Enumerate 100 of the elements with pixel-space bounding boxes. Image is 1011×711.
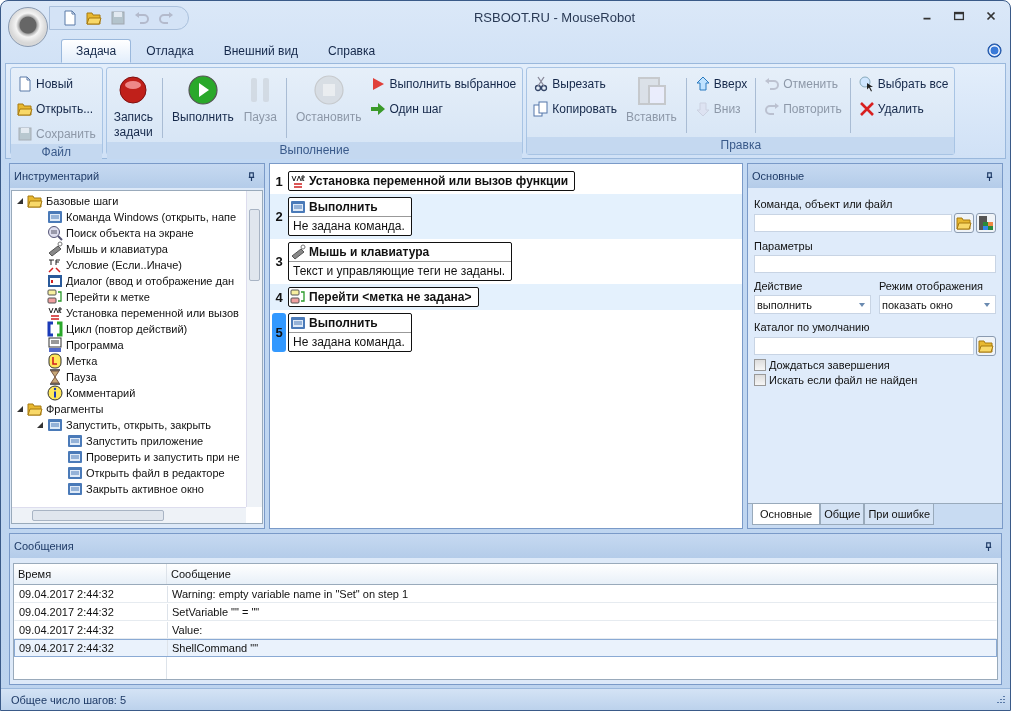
tree-item[interactable]: Условие (Если..Иначе) <box>66 259 182 271</box>
tree-item[interactable]: Пауза <box>66 371 97 383</box>
ribbon-button[interactable]: Выполнить <box>169 72 237 142</box>
ribbon-tab[interactable]: Отладка <box>131 39 209 63</box>
mouse-icon <box>47 241 63 257</box>
redo-icon <box>764 101 781 117</box>
maximize-icon[interactable] <box>952 9 966 23</box>
ribbon-button[interactable]: Вырезать <box>531 74 619 94</box>
vertical-scrollbar[interactable] <box>246 191 262 507</box>
tree-item[interactable]: Команда Windows (открыть, напе <box>66 211 237 223</box>
ribbon-tab[interactable]: Задача <box>61 39 132 63</box>
tree-item[interactable]: Мышь и клавиатура <box>66 243 168 255</box>
field-label: Действие <box>754 280 804 292</box>
tree-item[interactable]: Базовые шаги <box>46 195 119 207</box>
message-row[interactable]: 09.04.2017 2:44:32 ShellCommand "" <box>14 639 997 657</box>
step-number[interactable]: 5 <box>272 313 286 352</box>
window-icon <box>67 465 83 481</box>
step-detail: Не задана команда. <box>289 216 411 235</box>
expander-icon[interactable] <box>16 197 24 205</box>
group-label: Правка <box>527 137 955 154</box>
tree-item[interactable]: Запустить приложение <box>86 435 204 447</box>
tree-item[interactable]: Цикл (повтор действий) <box>66 323 188 335</box>
magnifier-icon <box>47 225 63 241</box>
column-header[interactable]: Время <box>14 564 167 584</box>
tree-item[interactable]: Закрыть активное окно <box>86 483 204 495</box>
ribbon-button[interactable]: Открыть... <box>15 99 98 119</box>
ribbon-button[interactable]: Удалить <box>856 99 951 119</box>
ribbon-button[interactable]: Новый <box>15 74 98 94</box>
expander-icon[interactable] <box>16 405 24 413</box>
action-dropdown[interactable]: выполнить <box>754 295 871 314</box>
arrow-icon <box>370 101 387 117</box>
horizontal-scrollbar[interactable] <box>12 507 246 523</box>
step-block[interactable]: Выполнить Не задана команда. <box>288 313 412 352</box>
tree-item[interactable]: Перейти к метке <box>66 291 150 303</box>
variable-icon <box>47 305 63 321</box>
step-detail: Текст и управляющие теги не заданы. <box>289 261 512 280</box>
computer-icon <box>978 215 994 231</box>
tree-item[interactable]: Поиск объекта на экране <box>66 227 194 239</box>
field-label: Каталог по умолчанию <box>754 321 871 333</box>
message-row[interactable]: 09.04.2017 2:44:32 Warning: empty variable name in "Set" on step 1 <box>14 585 997 603</box>
window-title: RSBOOT.RU - MouseRobot <box>472 9 637 25</box>
step-block[interactable]: Установка переменной или вызов функции <box>288 171 576 191</box>
table-cell-text: SetVariable "" = "" <box>171 605 261 620</box>
group-label: Файл <box>11 144 102 161</box>
step-number[interactable]: 2 <box>272 197 286 236</box>
table-cell-text: ShellCommand "" <box>171 641 260 656</box>
browse-button[interactable] <box>954 213 974 233</box>
up-arrow-icon <box>694 76 711 92</box>
step-block[interactable]: Мышь и клавиатура Текст и управляющие теги не заданы. <box>288 242 513 281</box>
window-icon <box>47 209 63 225</box>
pin-icon[interactable] <box>985 171 994 181</box>
tree-item[interactable]: Запустить, открыть, закрыть <box>66 419 212 431</box>
window-icon <box>67 449 83 465</box>
ribbon-tab[interactable]: Внешний вид <box>208 39 314 63</box>
panel-tab[interactable]: Основные <box>752 504 821 525</box>
ribbon-button[interactable]: Выполнить выбранное <box>368 74 519 94</box>
folder-icon[interactable] <box>86 10 102 26</box>
pin-icon[interactable] <box>247 171 256 181</box>
tree-item[interactable]: Установка переменной или вызов <box>66 307 239 319</box>
ribbon-button[interactable]: Выбрать все <box>856 74 951 94</box>
tree-item[interactable]: Метка <box>66 355 98 367</box>
window-icon <box>290 199 306 215</box>
panel-tab[interactable]: При ошибке <box>864 504 935 525</box>
checkbox[interactable] <box>754 374 766 386</box>
command-field[interactable] <box>754 214 952 232</box>
panel-tab[interactable]: Общие <box>820 504 865 525</box>
ribbon-button[interactable]: Копировать <box>531 99 619 119</box>
app-picker-button[interactable] <box>976 213 996 233</box>
message-row[interactable]: 09.04.2017 2:44:32 SetVariable "" = "" <box>14 603 997 621</box>
expander-icon[interactable] <box>36 421 44 429</box>
directory-field[interactable] <box>754 337 974 355</box>
ribbon-button[interactable]: Запись задачи <box>110 72 156 142</box>
ribbon-button[interactable]: Один шаг <box>368 99 519 119</box>
display-mode-dropdown[interactable]: показать окно <box>879 295 996 314</box>
tree-item[interactable]: Комментарий <box>66 387 136 399</box>
parameters-field[interactable] <box>754 255 996 273</box>
step-number[interactable]: 1 <box>272 171 286 191</box>
close-icon[interactable] <box>984 9 998 23</box>
folder-icon <box>27 401 43 417</box>
step-number[interactable]: 4 <box>272 287 286 307</box>
ribbon-button[interactable]: Вверх <box>692 74 750 94</box>
tree-item[interactable]: Проверить и запустить при не <box>86 451 240 463</box>
resize-grip-icon[interactable] <box>994 693 1006 706</box>
app-menu-button[interactable] <box>8 7 48 47</box>
step-block[interactable]: Выполнить Не задана команда. <box>288 197 412 236</box>
checkbox[interactable] <box>754 359 766 371</box>
column-header[interactable]: Сообщение <box>167 564 997 584</box>
clipboard-icon <box>635 74 668 106</box>
ribbon-tab[interactable]: Справка <box>313 39 391 63</box>
help-icon[interactable] <box>987 43 1002 58</box>
tree-item[interactable]: Фрагменты <box>46 403 104 415</box>
tree-item[interactable]: Диалог (ввод и отображение дан <box>66 275 235 287</box>
page-icon[interactable] <box>62 10 78 26</box>
step-block[interactable]: Перейти <метка не задана> <box>288 287 479 307</box>
tree-item[interactable]: Программа <box>66 339 124 351</box>
table-cell: 09.04.2017 2:44:32 <box>15 604 168 620</box>
step-number[interactable]: 3 <box>272 242 286 281</box>
tree-item[interactable]: Открыть файл в редакторе <box>86 467 225 479</box>
pin-icon[interactable] <box>984 541 993 551</box>
browse-button[interactable] <box>976 336 996 356</box>
